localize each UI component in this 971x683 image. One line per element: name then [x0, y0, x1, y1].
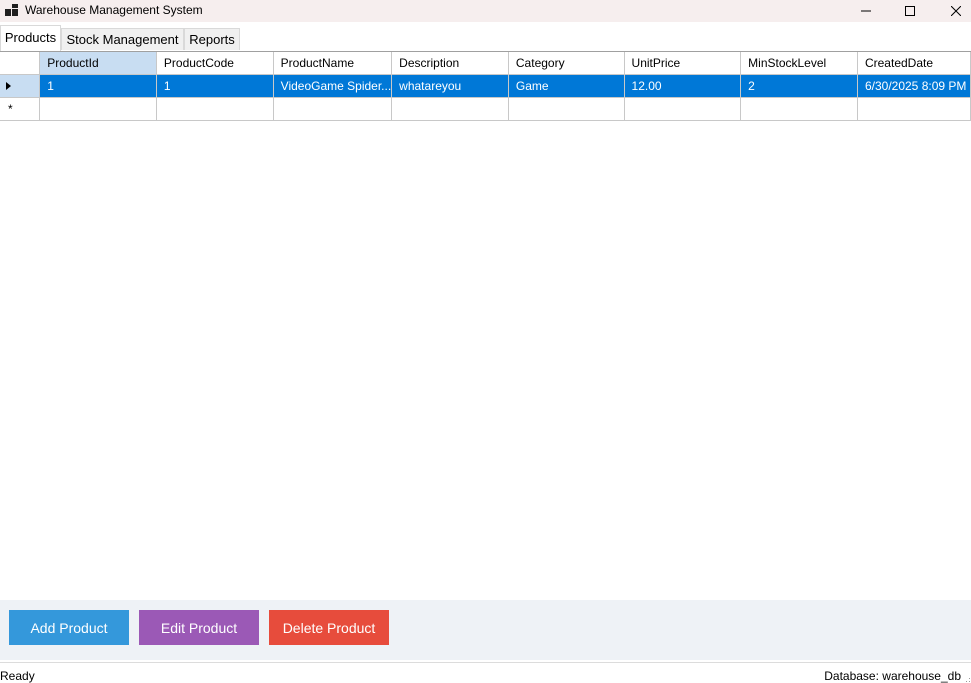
column-header-productname[interactable]: ProductName — [273, 52, 393, 75]
table-row[interactable]: 1 1 VideoGame Spider... whatareyou Game … — [0, 74, 971, 98]
cell-category[interactable]: Game — [508, 74, 625, 98]
new-row[interactable]: * — [0, 97, 971, 121]
minimize-button[interactable] — [843, 0, 889, 22]
cell-createddate[interactable]: 6/30/2025 8:09 PM — [857, 74, 971, 98]
window-title: Warehouse Management System — [25, 3, 203, 17]
tab-strip: Products Stock Management Reports — [0, 24, 971, 51]
cell-minstocklevel[interactable]: 2 — [740, 74, 858, 98]
close-button[interactable] — [933, 0, 971, 22]
header-row: ProductId ProductCode ProductName Descri… — [0, 52, 971, 75]
corner-header[interactable] — [0, 52, 41, 75]
delete-product-button[interactable]: Delete Product — [269, 610, 389, 645]
maximize-button[interactable] — [887, 0, 933, 22]
minimize-icon — [861, 10, 871, 12]
cell-unitprice[interactable]: 12.00 — [624, 74, 742, 98]
add-product-button[interactable]: Add Product — [9, 610, 129, 645]
column-header-category[interactable]: Category — [508, 52, 625, 75]
cell-productcode[interactable]: 1 — [156, 74, 274, 98]
new-cell[interactable] — [156, 97, 274, 121]
new-cell[interactable] — [508, 97, 625, 121]
new-cell[interactable] — [39, 97, 157, 121]
new-row-header[interactable]: * — [0, 97, 41, 121]
new-cell[interactable] — [391, 97, 509, 121]
title-bar[interactable]: Warehouse Management System — [0, 0, 971, 22]
cell-productname[interactable]: VideoGame Spider... — [273, 74, 393, 98]
app-window: Warehouse Management System Products Sto… — [0, 0, 971, 683]
column-header-createddate[interactable]: CreatedDate — [857, 52, 971, 75]
status-text: Ready — [0, 669, 35, 683]
tab-products[interactable]: Products — [0, 25, 61, 51]
button-panel: Add Product Edit Product Delete Product — [0, 600, 971, 660]
column-header-productid[interactable]: ProductId — [39, 52, 157, 75]
new-cell[interactable] — [624, 97, 742, 121]
products-grid[interactable]: ProductId ProductCode ProductName Descri… — [0, 51, 971, 600]
resize-grip-icon[interactable] — [963, 675, 971, 683]
column-header-minstocklevel[interactable]: MinStockLevel — [740, 52, 858, 75]
new-cell[interactable] — [740, 97, 858, 121]
tab-stock-management[interactable]: Stock Management — [61, 28, 184, 50]
status-bar: Ready Database: warehouse_db — [0, 662, 971, 683]
column-header-productcode[interactable]: ProductCode — [156, 52, 274, 75]
tab-reports[interactable]: Reports — [184, 28, 240, 50]
current-row-arrow-icon — [6, 81, 11, 90]
edit-product-button[interactable]: Edit Product — [139, 610, 259, 645]
new-row-star-icon: * — [8, 101, 13, 116]
new-cell[interactable] — [857, 97, 971, 121]
cell-productid[interactable]: 1 — [39, 74, 157, 98]
column-header-unitprice[interactable]: UnitPrice — [624, 52, 742, 75]
products-table: ProductId ProductCode ProductName Descri… — [0, 52, 971, 121]
row-header[interactable] — [0, 74, 41, 98]
cell-description[interactable]: whatareyou — [391, 74, 509, 98]
new-cell[interactable] — [273, 97, 393, 121]
app-icon — [5, 4, 18, 16]
database-status: Database: warehouse_db — [824, 669, 961, 683]
column-header-description[interactable]: Description — [391, 52, 509, 75]
maximize-icon — [905, 6, 915, 16]
close-icon — [951, 6, 961, 16]
